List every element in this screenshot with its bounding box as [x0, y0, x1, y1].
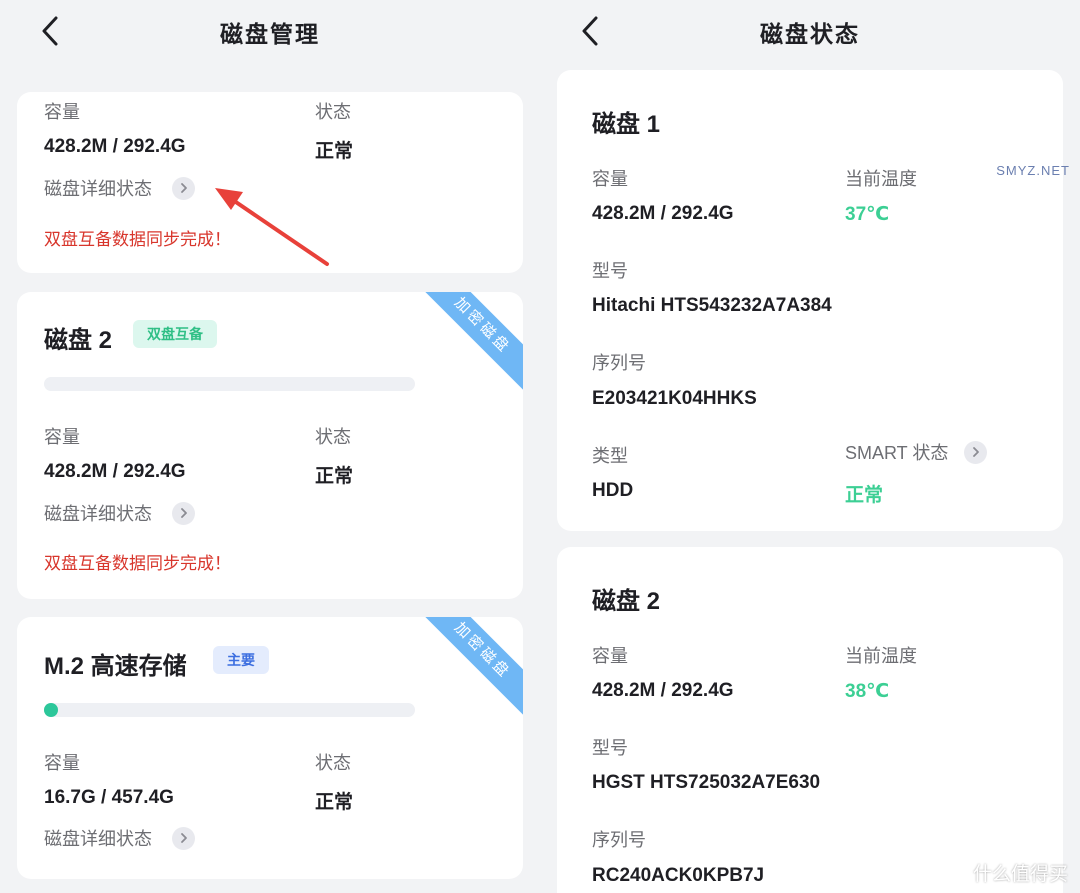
capacity-label: 容量: [44, 102, 80, 122]
capacity-value: 428.2M / 292.4G: [44, 461, 186, 482]
back-arrow-icon: [582, 16, 598, 46]
serial-label: 序列号: [592, 830, 646, 850]
watermark-text: 什么值得买: [972, 863, 1068, 885]
usage-bar: [44, 703, 415, 717]
status-label: 状态: [315, 753, 351, 773]
usage-bar: [44, 377, 415, 391]
temperature-label: 当前温度: [845, 169, 917, 189]
status-value: 正常: [315, 466, 354, 487]
header: 磁盘管理: [0, 0, 540, 64]
serial-label: 序列号: [592, 353, 646, 373]
capacity-label: 容量: [592, 646, 628, 666]
chevron-right-icon: [172, 176, 195, 200]
serial-value: RC240ACK0KPB7J: [592, 865, 765, 886]
detail-link-label: 磁盘详细状态: [44, 504, 152, 524]
capacity-label: 容量: [44, 753, 80, 773]
capacity-label: 容量: [44, 427, 80, 447]
sync-message: 双盘互备数据同步完成！: [44, 230, 231, 249]
m2-storage-card[interactable]: 加密磁盘 M.2 高速存储 主要 容量 状态 16.7G / 457.4G 正常…: [17, 617, 523, 879]
header: 磁盘状态: [540, 0, 1080, 64]
status-label: 状态: [315, 427, 351, 447]
brand-logo-icon: 值: [937, 858, 966, 886]
disk-management-screen: 磁盘管理 容量 状态 428.2M / 292.4G 正常 磁盘详细状态 双盘互…: [0, 0, 540, 893]
temperature-value: 37℃: [845, 204, 890, 225]
annotation-arrow: [215, 188, 329, 266]
page-title: 磁盘状态: [760, 21, 860, 47]
disk2-status-card: 磁盘 2 容量 当前温度 428.2M / 292.4G 38℃ 型号 HGST…: [557, 547, 1063, 893]
back-button[interactable]: [576, 14, 606, 48]
disk-name: 磁盘 2: [44, 327, 113, 354]
model-label: 型号: [592, 738, 628, 758]
status-value: 正常: [315, 792, 354, 813]
chevron-right-icon: [172, 826, 195, 850]
temperature-value: 38℃: [845, 681, 890, 702]
disk2-card[interactable]: 加密磁盘 磁盘 2 双盘互备 容量 状态 428.2M / 292.4G 正常 …: [17, 292, 523, 599]
temperature-label: 当前温度: [845, 646, 917, 666]
page-title: 磁盘管理: [220, 21, 320, 47]
status-label: 状态: [315, 102, 351, 122]
disk-detail-status-link[interactable]: 磁盘详细状态: [44, 500, 195, 526]
disk-name: 磁盘 1: [592, 111, 661, 138]
model-value: Hitachi HTS543232A7A384: [592, 295, 832, 316]
chevron-right-icon: [964, 440, 988, 464]
brand-watermark: 值 什么值得买: [937, 857, 1068, 887]
disk-status-screen: 磁盘状态 磁盘 1 容量 当前温度 428.2M / 292.4G 37℃ 型号…: [540, 0, 1080, 893]
smart-value: 正常: [845, 485, 884, 506]
disk1-status-card: 磁盘 1 容量 当前温度 428.2M / 292.4G 37℃ 型号 Hita…: [557, 70, 1063, 531]
capacity-value: 428.2M / 292.4G: [592, 680, 734, 701]
chevron-right-icon: [172, 501, 195, 525]
encrypted-disk-ribbon: 加密磁盘: [410, 292, 523, 398]
type-label: 类型: [592, 446, 628, 466]
back-arrow-icon: [42, 16, 58, 46]
usage-bar-fill: [44, 703, 59, 717]
type-value: HDD: [592, 480, 634, 501]
svg-text:值: 值: [945, 865, 959, 881]
capacity-value: 428.2M / 292.4G: [592, 203, 734, 224]
back-button[interactable]: [36, 14, 66, 48]
mirror-tag: 双盘互备: [133, 320, 217, 348]
detail-link-label: 磁盘详细状态: [44, 829, 152, 849]
capacity-value: 428.2M / 292.4G: [44, 136, 186, 157]
capacity-label: 容量: [592, 169, 628, 189]
disk-detail-status-link[interactable]: 磁盘详细状态: [44, 825, 195, 851]
status-value: 正常: [315, 141, 354, 162]
smart-status-link[interactable]: SMART 状态: [845, 439, 988, 465]
disk-name: M.2 高速存储: [44, 653, 187, 680]
sync-message: 双盘互备数据同步完成！: [44, 554, 231, 573]
primary-tag: 主要: [213, 646, 269, 674]
disk-name: 磁盘 2: [592, 588, 661, 615]
site-watermark: SMYZ.NET: [996, 163, 1070, 178]
model-value: HGST HTS725032A7E630: [592, 772, 821, 793]
smart-label: SMART 状态: [845, 443, 949, 463]
capacity-value: 16.7G / 457.4G: [44, 787, 174, 808]
disk-detail-status-link[interactable]: 磁盘详细状态: [44, 175, 195, 201]
model-label: 型号: [592, 261, 628, 281]
encrypted-disk-ribbon: 加密磁盘: [410, 617, 523, 723]
serial-value: E203421K04HHKS: [592, 388, 757, 409]
detail-link-label: 磁盘详细状态: [44, 179, 152, 199]
